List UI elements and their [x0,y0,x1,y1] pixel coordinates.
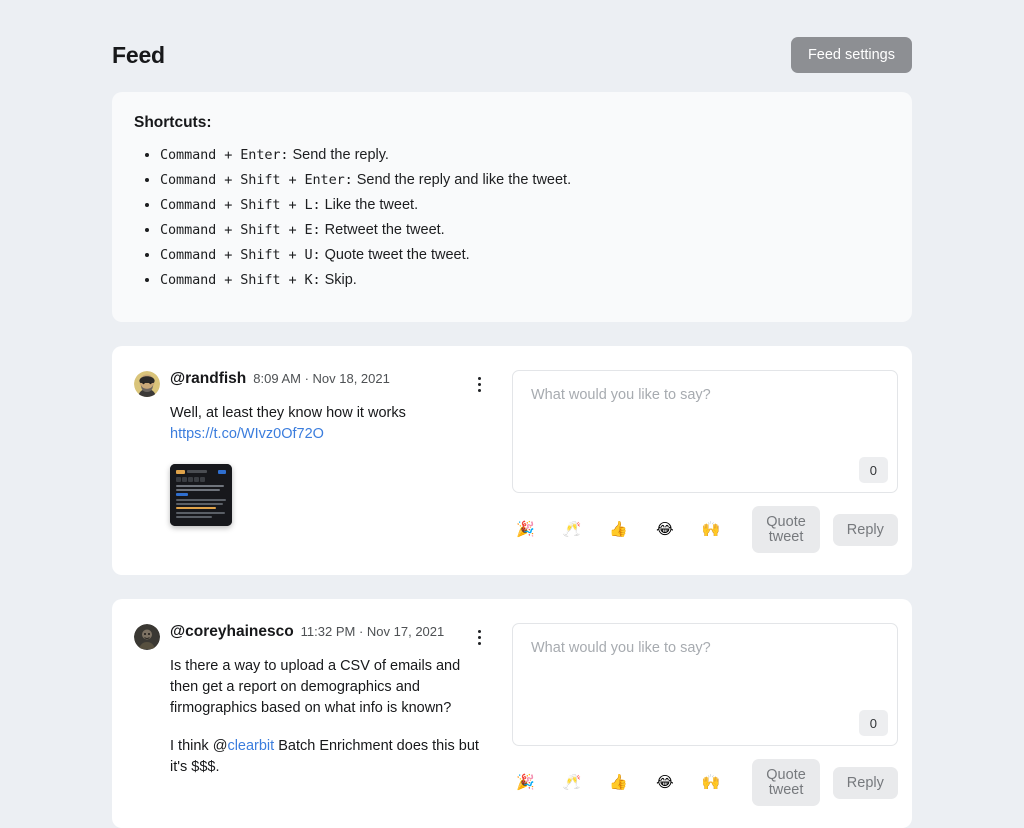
tweet-body: Well, at least they know how it works ht… [170,403,488,527]
kebab-dot [477,635,481,639]
tweet-link-line: https://t.co/WIvz0Of72O [170,424,488,445]
kebab-dot [477,388,481,392]
tweet-text: Is there a way to upload a CSV of emails… [170,656,488,778]
tweet-line: I think @clearbit Batch Enrichment does … [170,736,488,778]
reply-textarea[interactable] [529,638,881,732]
shortcuts-content: Shortcuts: Command + Enter: Send the rep… [112,92,912,322]
tweet-body: Is there a way to upload a CSV of emails… [170,656,488,778]
tweet-media-thumbnail[interactable] [170,464,232,527]
tweet-handle[interactable]: @coreyhainesco [170,623,294,641]
tweet-header: @randfish 8:09 AM · Nov 18, 2021 [134,370,488,398]
face-with-tears-of-joy-emoji-button[interactable]: 😂 [652,771,678,794]
character-counter: 0 [858,457,888,484]
shortcut-description: Send the reply and like the tweet. [356,172,572,189]
avatar [134,624,160,651]
party-popper-emoji-button[interactable]: 🎉 [512,518,539,541]
mention-link[interactable]: clearbit [227,738,274,754]
tweet-line-prefix: I think @ [170,738,228,755]
thumbs-up-emoji-button[interactable]: 👍 [605,771,632,794]
clinking-glasses-emoji-button[interactable]: 🥂 [559,771,586,794]
shortcut-item: Command + Shift + Enter: Send the reply … [160,171,890,191]
page-title: Feed [112,41,165,68]
kebab-dot [477,382,481,386]
kebab-dot [477,641,481,645]
shortcut-keys: Command + Shift + E: [160,222,321,239]
tweet-row: @coreyhainesco 11:32 PM · Nov 17, 2021 I… [112,599,912,828]
feed-page: Feed Feed settings Shortcuts: Command + … [0,0,1024,828]
tweet-meta: @coreyhainesco 11:32 PM · Nov 17, 2021 [170,623,444,641]
tweet-line: Well, at least they know how it works [170,405,406,422]
shortcut-item: Command + Enter: Send the reply. [160,146,890,166]
quote-tweet-button[interactable]: Quote tweet [752,759,820,807]
shortcut-description: Quote tweet the tweet. [324,247,470,264]
clinking-glasses-emoji-button[interactable]: 🥂 [559,518,586,541]
reply-composer: 0 🎉 🥂 👍 😂 🙌 Quote tweet Reply [504,623,898,807]
raising-hands-emoji-button[interactable]: 🙌 [698,771,725,794]
tweet-card: @randfish 8:09 AM · Nov 18, 2021 Well, a… [112,346,912,576]
shortcuts-list: Command + Enter: Send the reply. Command… [134,146,890,291]
face-with-tears-of-joy-emoji-button[interactable]: 😂 [652,518,678,541]
shortcut-item: Command + Shift + E: Retweet the tweet. [160,221,890,241]
shortcut-item: Command + Shift + U: Quote tweet the twe… [160,246,890,266]
reply-button[interactable]: Reply [832,766,898,800]
more-options-icon[interactable] [470,374,488,394]
thumbs-up-emoji-button[interactable]: 👍 [605,518,632,541]
composer-box: 0 [512,623,898,747]
quote-tweet-button[interactable]: Quote tweet [752,506,820,554]
shortcut-keys: Command + Shift + Enter: [160,172,353,189]
tweet-handle[interactable]: @randfish [170,370,246,388]
tweet-row: @randfish 8:09 AM · Nov 18, 2021 Well, a… [112,346,912,575]
tweet-content: @coreyhainesco 11:32 PM · Nov 17, 2021 I… [134,623,504,806]
more-options-icon[interactable] [470,627,488,647]
shortcut-keys: Command + Shift + L: [160,197,321,214]
shortcuts-title: Shortcuts: [134,114,212,131]
tweet-text: Well, at least they know how it works ht… [170,403,488,445]
shortcuts-card: Shortcuts: Command + Enter: Send the rep… [112,92,912,323]
shortcut-description: Send the reply. [292,147,389,163]
reply-button[interactable]: Reply [832,513,898,547]
tweet-header: @coreyhainesco 11:32 PM · Nov 17, 2021 [134,623,488,651]
shortcut-keys: Command + Enter: [160,147,289,163]
shortcut-keys: Command + Shift + K: [160,272,321,289]
tweet-link[interactable]: https://t.co/WIvz0Of72O [170,426,324,442]
composer-actions: 🎉 🥂 👍 😂 🙌 Quote tweet Reply [512,759,898,807]
tweet-meta: @randfish 8:09 AM · Nov 18, 2021 [170,370,390,388]
reply-composer: 0 🎉 🥂 👍 😂 🙌 Quote tweet Reply [504,370,898,554]
shortcut-description: Retweet the tweet. [324,222,445,239]
composer-box: 0 [512,370,898,494]
tweet-content: @randfish 8:09 AM · Nov 18, 2021 Well, a… [134,370,504,553]
shortcut-keys: Command + Shift + U: [160,247,321,264]
feed-settings-button[interactable]: Feed settings [790,36,912,74]
tweet-timestamp: 11:32 PM · Nov 17, 2021 [300,624,445,640]
page-header: Feed Feed settings [112,0,912,92]
reply-textarea[interactable] [529,385,881,479]
character-counter: 0 [858,710,888,737]
tweet-line: Is there a way to upload a CSV of emails… [170,658,461,717]
kebab-dot [477,376,481,380]
avatar [134,371,160,398]
tweet-timestamp: 8:09 AM · Nov 18, 2021 [253,371,390,387]
tweet-card: @coreyhainesco 11:32 PM · Nov 17, 2021 I… [112,599,912,828]
raising-hands-emoji-button[interactable]: 🙌 [698,518,725,541]
shortcut-item: Command + Shift + K: Skip. [160,271,890,291]
shortcut-description: Skip. [324,272,357,289]
shortcut-item: Command + Shift + L: Like the tweet. [160,196,890,216]
party-popper-emoji-button[interactable]: 🎉 [512,771,539,794]
kebab-dot [477,629,481,633]
composer-actions: 🎉 🥂 👍 😂 🙌 Quote tweet Reply [512,506,898,554]
shortcut-description: Like the tweet. [324,197,419,214]
